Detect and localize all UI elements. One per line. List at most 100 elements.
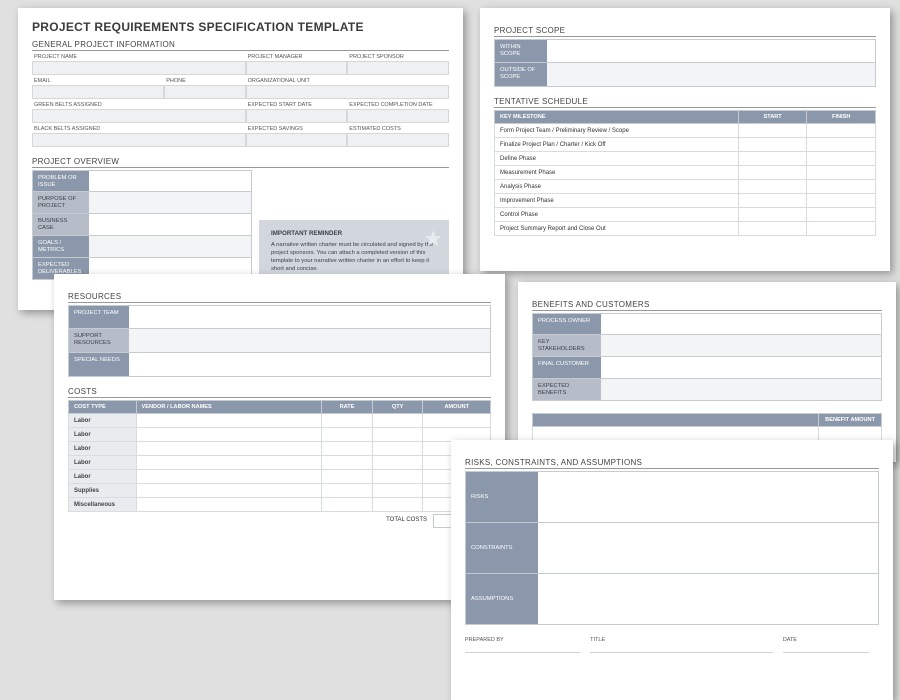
benefits-amount-cell[interactable]: [819, 427, 882, 441]
cost-qty-cell[interactable]: [372, 456, 423, 470]
prepared-title-field[interactable]: [590, 643, 773, 653]
cost-vendor-cell[interactable]: [136, 484, 322, 498]
cost-type-cell: Labor: [69, 470, 137, 484]
cost-type-cell: Supplies: [69, 484, 137, 498]
schedule-finish-cell[interactable]: [807, 124, 876, 138]
cost-qty-cell[interactable]: [372, 470, 423, 484]
field-completion-date[interactable]: [347, 109, 449, 123]
ben-customer-box[interactable]: [601, 357, 881, 378]
schedule-start-cell[interactable]: [738, 138, 807, 152]
overview-goals-box[interactable]: [89, 236, 251, 257]
benefits-block: PROCESS OWNER KEY STAKEHOLDERS FINAL CUS…: [532, 313, 882, 401]
cost-qty-cell[interactable]: [372, 414, 423, 428]
overview-purpose-box[interactable]: [89, 192, 251, 213]
schedule-start-cell[interactable]: [738, 152, 807, 166]
cost-rate-cell[interactable]: [322, 442, 373, 456]
costs-row: Labor: [69, 456, 491, 470]
field-black-belts[interactable]: [32, 133, 246, 147]
prepared-by-field[interactable]: [465, 643, 580, 653]
schedule-start-cell[interactable]: [738, 208, 807, 222]
doc-page-4: BENEFITS AND CUSTOMERS PROCESS OWNER KEY…: [518, 282, 896, 462]
rca-assumptions-box[interactable]: [538, 574, 878, 624]
cost-type-cell: Labor: [69, 442, 137, 456]
general-row-4: BLACK BELTS ASSIGNED EXPECTED SAVINGS ES…: [32, 125, 449, 147]
schedule-finish-cell[interactable]: [807, 222, 876, 236]
label-est-costs: ESTIMATED COSTS: [347, 125, 449, 133]
field-phone[interactable]: [164, 85, 245, 99]
label-project-name: PROJECT NAME: [32, 53, 246, 61]
scope-outside: OUTSIDE OF SCOPE: [495, 63, 547, 86]
field-project-name[interactable]: [32, 61, 246, 75]
cost-type-cell: Miscellaneous: [69, 498, 137, 512]
costs-row: Labor: [69, 414, 491, 428]
cost-rate-cell[interactable]: [322, 414, 373, 428]
rca-constraints-box[interactable]: [538, 523, 878, 573]
costs-total-row: TOTAL COSTS: [68, 514, 491, 528]
schedule-finish-cell[interactable]: [807, 180, 876, 194]
label-start-date: EXPECTED START DATE: [246, 101, 348, 109]
cost-qty-cell[interactable]: [372, 484, 423, 498]
label-project-manager: PROJECT MANAGER: [246, 53, 348, 61]
schedule-finish-cell[interactable]: [807, 194, 876, 208]
field-start-date[interactable]: [246, 109, 348, 123]
field-org-unit[interactable]: [246, 85, 449, 99]
cost-qty-cell[interactable]: [372, 442, 423, 456]
benefits-cell[interactable]: [533, 427, 819, 441]
label-email: EMAIL: [32, 77, 164, 85]
field-project-manager[interactable]: [246, 61, 348, 75]
section-schedule: TENTATIVE SCHEDULE: [494, 97, 876, 108]
schedule-start-cell[interactable]: [738, 194, 807, 208]
cost-vendor-cell[interactable]: [136, 456, 322, 470]
costs-total-label: TOTAL COSTS: [380, 514, 433, 528]
label-green-belts: GREEN BELTS ASSIGNED: [32, 101, 246, 109]
schedule-start-cell[interactable]: [738, 180, 807, 194]
field-est-costs[interactable]: [347, 133, 449, 147]
schedule-start-cell[interactable]: [738, 124, 807, 138]
field-project-sponsor[interactable]: [347, 61, 449, 75]
benefits-table: BENEFIT AMOUNT: [532, 413, 882, 441]
cost-rate-cell[interactable]: [322, 428, 373, 442]
res-support-box[interactable]: [129, 329, 490, 352]
general-row-1: PROJECT NAME PROJECT MANAGER PROJECT SPO…: [32, 53, 449, 75]
scope-within-box[interactable]: [547, 40, 875, 62]
schedule-start-cell[interactable]: [738, 222, 807, 236]
res-team-box[interactable]: [129, 306, 490, 328]
cost-amount-cell[interactable]: [423, 414, 491, 428]
cost-vendor-cell[interactable]: [136, 442, 322, 456]
cost-vendor-cell[interactable]: [136, 414, 322, 428]
schedule-finish-cell[interactable]: [807, 208, 876, 222]
cost-vendor-cell[interactable]: [136, 470, 322, 484]
ben-expected-box[interactable]: [601, 379, 881, 400]
overview-problem-box[interactable]: [89, 171, 251, 191]
cost-vendor-cell[interactable]: [136, 428, 322, 442]
cost-rate-cell[interactable]: [322, 498, 373, 512]
ben-stakeholders-box[interactable]: [601, 335, 881, 356]
section-benefits: BENEFITS AND CUSTOMERS: [532, 300, 882, 311]
schedule-finish-cell[interactable]: [807, 166, 876, 180]
section-overview: PROJECT OVERVIEW: [32, 157, 449, 168]
cost-qty-cell[interactable]: [372, 498, 423, 512]
rca-risks-box[interactable]: [538, 472, 878, 522]
costs-h-amount: AMOUNT: [423, 401, 491, 414]
cost-rate-cell[interactable]: [322, 456, 373, 470]
res-needs-box[interactable]: [129, 353, 490, 376]
cost-vendor-cell[interactable]: [136, 498, 322, 512]
overview-business-box[interactable]: [89, 214, 251, 235]
scope-outside-box[interactable]: [547, 63, 875, 86]
field-savings[interactable]: [246, 133, 348, 147]
cost-rate-cell[interactable]: [322, 470, 373, 484]
schedule-milestone-cell: Analysis Phase: [495, 180, 739, 194]
field-green-belts[interactable]: [32, 109, 246, 123]
schedule-start-cell[interactable]: [738, 166, 807, 180]
label-org-unit: ORGANIZATIONAL UNIT: [246, 77, 449, 85]
ben-owner: PROCESS OWNER: [533, 314, 601, 334]
field-email[interactable]: [32, 85, 164, 99]
cost-rate-cell[interactable]: [322, 484, 373, 498]
schedule-finish-cell[interactable]: [807, 138, 876, 152]
schedule-finish-cell[interactable]: [807, 152, 876, 166]
prepared-date-field[interactable]: [783, 643, 869, 653]
schedule-milestone-cell: Project Summary Report and Close Out: [495, 222, 739, 236]
cost-qty-cell[interactable]: [372, 428, 423, 442]
costs-row: Miscellaneous: [69, 498, 491, 512]
ben-owner-box[interactable]: [601, 314, 881, 334]
